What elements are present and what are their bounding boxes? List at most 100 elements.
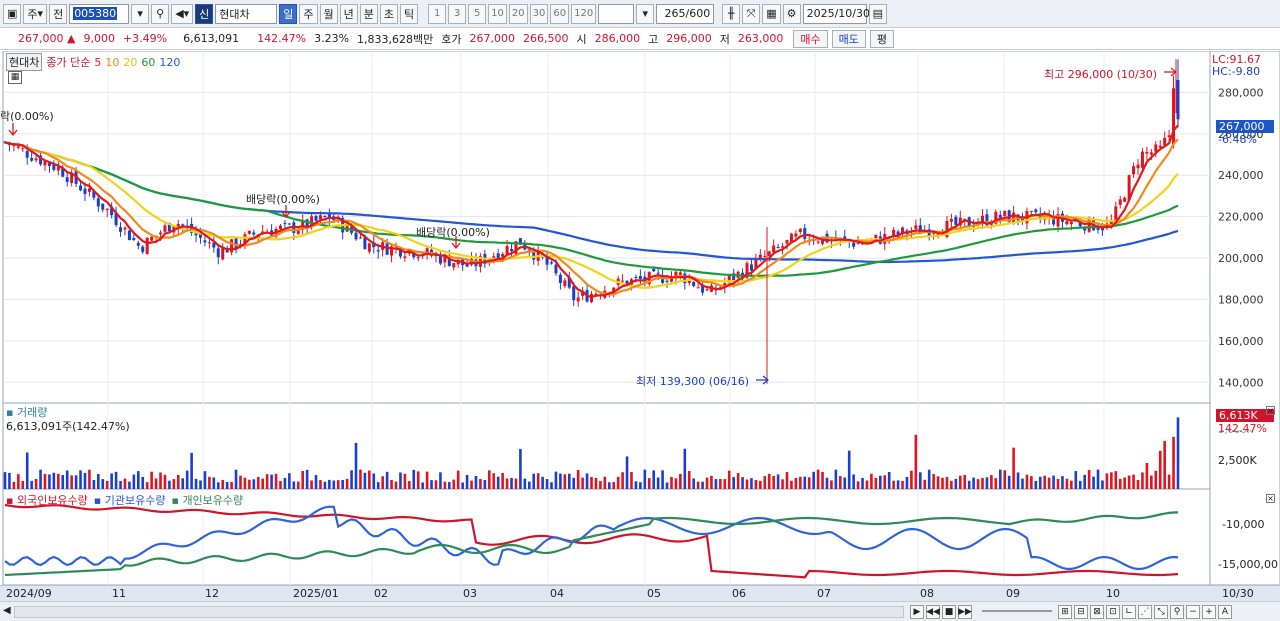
- candle-body: [634, 277, 638, 279]
- tf-week[interactable]: 주: [299, 3, 318, 24]
- volume-bar: [723, 479, 727, 489]
- rewind-icon[interactable]: ◀◀: [926, 605, 940, 619]
- volume-bar: [456, 470, 460, 489]
- volume-bar: [1034, 480, 1038, 489]
- count-60[interactable]: 60: [550, 3, 570, 24]
- volume-bar: [736, 473, 740, 489]
- count-custom-input[interactable]: [598, 3, 635, 24]
- stock-badge[interactable]: 현대차: [6, 53, 43, 71]
- scroll-right-icon[interactable]: ▶: [910, 605, 924, 619]
- candle-body: [79, 185, 83, 191]
- stock-name-field[interactable]: 현대차: [215, 3, 278, 24]
- tool-icon[interactable]: ⊡: [1106, 605, 1120, 619]
- tool-icon[interactable]: ⤡: [1154, 605, 1168, 619]
- candle-body: [127, 230, 131, 241]
- volume-close-icon[interactable]: ×: [1266, 406, 1275, 415]
- volume-bar: [963, 474, 967, 489]
- volume-bar: [874, 477, 878, 489]
- chart-canvas[interactable]: 280,000260,000240,000220,000200,000180,0…: [0, 50, 1280, 603]
- volume-bar: [328, 479, 331, 489]
- count-10[interactable]: 10: [488, 3, 507, 24]
- candle-body: [132, 238, 136, 240]
- volume-bar: [1025, 474, 1029, 489]
- candle-body: [354, 232, 358, 240]
- save-icon[interactable]: ▦: [762, 3, 781, 24]
- volume-bar: [674, 478, 678, 489]
- volume-bar: [914, 434, 918, 489]
- volume-bar: [1052, 475, 1055, 489]
- horizontal-scrollbar[interactable]: [14, 606, 904, 618]
- candle-body: [1069, 221, 1073, 225]
- buy-button[interactable]: 매수: [793, 29, 828, 48]
- speaker-icon[interactable]: ◀▾: [171, 3, 194, 24]
- volume-bar: [136, 471, 140, 489]
- text-size-icon[interactable]: A: [1218, 605, 1232, 619]
- volume-bar: [199, 480, 202, 489]
- candle-body: [363, 237, 367, 250]
- y-tick-label: 200,000: [1218, 252, 1264, 265]
- volume-bar: [283, 477, 287, 489]
- candle-type-icon[interactable]: ╫: [722, 3, 741, 24]
- tool-icon[interactable]: ⊟: [1074, 605, 1088, 619]
- settings-gear-icon[interactable]: ⚙: [782, 3, 801, 24]
- view-count-input[interactable]: 265/600: [656, 3, 715, 24]
- tool-icon[interactable]: ⚲: [1170, 605, 1184, 619]
- table-icon[interactable]: ▦: [8, 71, 22, 84]
- scroll-left-icon[interactable]: ◀: [3, 605, 11, 616]
- period-type-select[interactable]: 주 ▾: [23, 3, 48, 24]
- tool-icon[interactable]: ⋰: [1138, 605, 1152, 619]
- zoom-slider[interactable]: [982, 610, 1052, 612]
- tf-minute[interactable]: 분: [359, 3, 378, 24]
- volume-bar: [750, 478, 753, 489]
- holding-close-icon[interactable]: ×: [1266, 494, 1275, 503]
- volume-bar: [350, 470, 353, 489]
- prev-button[interactable]: 전: [49, 3, 68, 24]
- tool-icon[interactable]: ∟: [1122, 605, 1136, 619]
- tf-day[interactable]: 일: [279, 3, 298, 24]
- layout-icon[interactable]: ▣: [3, 3, 22, 24]
- volume-bar: [57, 473, 60, 489]
- crosshair-icon[interactable]: ⤧: [742, 3, 761, 24]
- tf-year[interactable]: 년: [339, 3, 358, 24]
- sell-button[interactable]: 매도: [831, 29, 866, 48]
- tool-icon[interactable]: ⊞: [1058, 605, 1072, 619]
- volume-bar: [88, 469, 91, 489]
- volume-bar: [8, 472, 11, 489]
- candle-body: [1163, 137, 1167, 146]
- count-20[interactable]: 20: [508, 3, 528, 24]
- stock-code-input[interactable]: 005380: [69, 3, 130, 24]
- chart-area[interactable]: 280,000 260,000 240,000 220,000 200,000 180,0…: [0, 50, 1280, 603]
- volume-bar: [936, 476, 940, 489]
- zoom-in-icon[interactable]: +: [1202, 605, 1216, 619]
- x-label: 12: [205, 587, 219, 600]
- stop-icon[interactable]: ■: [942, 605, 956, 619]
- eval-button[interactable]: 평: [869, 29, 895, 48]
- calendar-icon[interactable]: ▤: [868, 3, 888, 24]
- ma-legend-10: 10: [105, 55, 120, 69]
- search-icon[interactable]: ⚲: [151, 3, 170, 24]
- volume-bar: [896, 480, 900, 489]
- volume-bar: [48, 474, 51, 489]
- fast-forward-icon[interactable]: ▶▶: [958, 605, 972, 619]
- tf-month[interactable]: 월: [319, 3, 338, 24]
- volume-bar: [341, 479, 344, 489]
- date-input[interactable]: 2025/10/30: [802, 3, 870, 24]
- count-30[interactable]: 30: [529, 3, 549, 24]
- count-1[interactable]: 1: [428, 3, 447, 24]
- candle-body: [283, 222, 287, 224]
- count-dropdown-icon[interactable]: ▾: [636, 3, 655, 24]
- zoom-out-icon[interactable]: −: [1186, 605, 1200, 619]
- tf-second[interactable]: 초: [379, 3, 399, 24]
- tool-icon[interactable]: ⊠: [1090, 605, 1104, 619]
- legend-institution: ▪ 기관보유수량: [93, 494, 166, 507]
- y-tick-label: 220,000: [1218, 211, 1264, 224]
- volume-bar: [1030, 476, 1033, 489]
- volume-bar: [474, 476, 478, 489]
- x-label: 2025/01: [293, 587, 339, 600]
- tf-tick[interactable]: 틱: [400, 3, 419, 24]
- candle-body: [234, 238, 238, 249]
- code-dropdown-icon[interactable]: ▾: [131, 3, 150, 24]
- count-120[interactable]: 120: [571, 3, 597, 24]
- count-3[interactable]: 3: [448, 3, 467, 24]
- count-5[interactable]: 5: [468, 3, 487, 24]
